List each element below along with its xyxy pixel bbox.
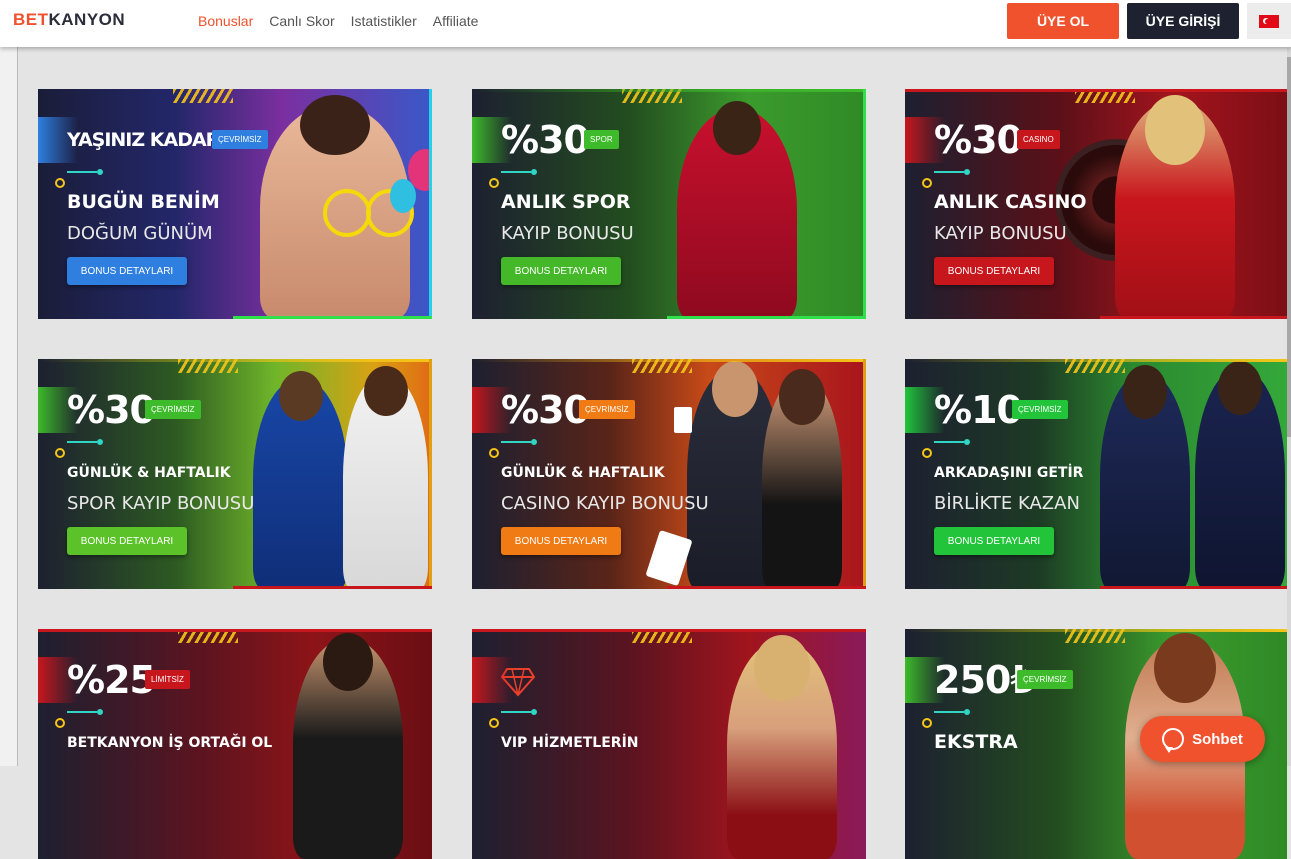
bonus-card-referral[interactable]: %10 ÇEVRİMSİZ ARKADAŞINI GETİR BİRLİKTE … bbox=[905, 359, 1287, 589]
login-button[interactable]: ÜYE GİRİŞİ bbox=[1127, 3, 1239, 39]
card-tag: ÇEVRİMSİZ bbox=[1012, 400, 1068, 419]
nav-affiliate[interactable]: Affiliate bbox=[433, 13, 479, 29]
bonus-card-daily-sport[interactable]: %30 ÇEVRİMSİZ GÜNLÜK & HAFTALIK SPOR KAY… bbox=[38, 359, 432, 589]
card-headline: %30 bbox=[501, 118, 590, 162]
bonus-details-button[interactable]: BONUS DETAYLARI bbox=[934, 527, 1054, 555]
promo-player-image bbox=[677, 101, 797, 319]
promo-model-image bbox=[1115, 95, 1235, 319]
promo-model-image bbox=[727, 635, 837, 859]
card-title: ANLIK SPOR bbox=[501, 191, 631, 213]
card-subtitle: SPOR KAYIP BONUSU bbox=[67, 493, 255, 514]
promo-model-image bbox=[293, 633, 403, 859]
card-title: VIP HİZMETLERİN bbox=[501, 735, 639, 751]
chat-bubble-icon bbox=[1162, 728, 1185, 753]
card-title: EKSTRA bbox=[934, 731, 1018, 753]
bonus-details-button[interactable]: BONUS DETAYLARI bbox=[934, 257, 1054, 285]
bonus-card-sport[interactable]: %30 SPOR ANLIK SPOR KAYIP BONUSU BONUS D… bbox=[472, 89, 866, 319]
page-scrollbar[interactable] bbox=[1287, 47, 1291, 766]
bonus-card-daily-casino[interactable]: %30 ÇEVRİMSİZ GÜNLÜK & HAFTALIK CASINO K… bbox=[472, 359, 866, 589]
card-headline: YAŞINIZ KADAR bbox=[67, 129, 220, 151]
bonus-card-birthday[interactable]: YAŞINIZ KADAR ÇEVRİMSİZ BUGÜN BENİM DOĞU… bbox=[38, 89, 432, 319]
scrollbar-thumb[interactable] bbox=[1287, 57, 1291, 437]
nav-istatistikler[interactable]: Istatistikler bbox=[351, 13, 417, 29]
chat-label: Sohbet bbox=[1192, 730, 1243, 748]
card-tag: SPOR bbox=[584, 130, 619, 149]
card-headline: %10 bbox=[934, 388, 1023, 432]
bonus-details-button[interactable]: BONUS DETAYLARI bbox=[67, 257, 187, 285]
left-panel-edge bbox=[0, 47, 18, 766]
bonus-card-vip[interactable]: VIP HİZMETLERİN bbox=[472, 629, 866, 859]
card-tag: ÇEVRİMSİZ bbox=[145, 400, 201, 419]
card-subtitle: KAYIP BONUSU bbox=[501, 223, 634, 244]
bonus-card-affiliate[interactable]: %25 LİMİTSİZ BETKANYON İŞ ORTAĞI OL bbox=[38, 629, 432, 859]
card-tag: CASINO bbox=[1017, 130, 1060, 149]
promo-model-image bbox=[1100, 365, 1190, 589]
bonus-details-button[interactable]: BONUS DETAYLARI bbox=[501, 527, 621, 555]
main-nav: Bonuslar Canlı Skor Istatistikler Affili… bbox=[198, 13, 478, 29]
card-title: ARKADAŞINI GETİR bbox=[934, 465, 1084, 481]
card-title: BETKANYON İŞ ORTAĞI OL bbox=[67, 735, 273, 751]
chat-button[interactable]: Sohbet bbox=[1140, 716, 1265, 762]
card-tag: LİMİTSİZ bbox=[145, 670, 190, 689]
card-title: ANLIK CASINO bbox=[934, 191, 1087, 213]
turkey-flag-icon bbox=[1259, 14, 1279, 28]
bonus-details-button[interactable]: BONUS DETAYLARI bbox=[67, 527, 187, 555]
card-headline: %25 bbox=[67, 658, 156, 702]
bonus-details-button[interactable]: BONUS DETAYLARI bbox=[501, 257, 621, 285]
card-title: GÜNLÜK & HAFTALIK bbox=[67, 465, 231, 481]
promo-model-image bbox=[762, 369, 842, 589]
language-selector[interactable] bbox=[1247, 3, 1291, 39]
card-subtitle: KAYIP BONUSU bbox=[934, 223, 1067, 244]
site-logo[interactable]: BETKANYON bbox=[13, 10, 125, 30]
card-headline: %30 bbox=[934, 118, 1023, 162]
card-title: GÜNLÜK & HAFTALIK bbox=[501, 465, 665, 481]
card-subtitle: CASINO KAYIP BONUSU bbox=[501, 493, 709, 514]
nav-bonuslar[interactable]: Bonuslar bbox=[198, 13, 253, 29]
card-headline: %30 bbox=[501, 388, 590, 432]
promo-player-image bbox=[343, 366, 428, 589]
promo-model-image bbox=[1195, 361, 1285, 589]
card-tag: ÇEVRİMSİZ bbox=[1017, 670, 1073, 689]
site-header: BETKANYON Bonuslar Canlı Skor Istatistik… bbox=[0, 0, 1291, 47]
card-tag: ÇEVRİMSİZ bbox=[579, 400, 635, 419]
card-title: BUGÜN BENİM bbox=[67, 191, 220, 213]
card-tag: ÇEVRİMSİZ bbox=[212, 130, 268, 149]
card-headline: %30 bbox=[67, 388, 156, 432]
signup-button[interactable]: ÜYE OL bbox=[1007, 3, 1119, 39]
card-subtitle: DOĞUM GÜNÜM bbox=[67, 223, 213, 244]
promo-player-image bbox=[253, 371, 348, 589]
nav-canli-skor[interactable]: Canlı Skor bbox=[269, 13, 334, 29]
card-subtitle: BİRLİKTE KAZAN bbox=[934, 493, 1080, 514]
bonus-card-casino[interactable]: %30 CASINO ANLIK CASINO KAYIP BONUSU BON… bbox=[905, 89, 1287, 319]
